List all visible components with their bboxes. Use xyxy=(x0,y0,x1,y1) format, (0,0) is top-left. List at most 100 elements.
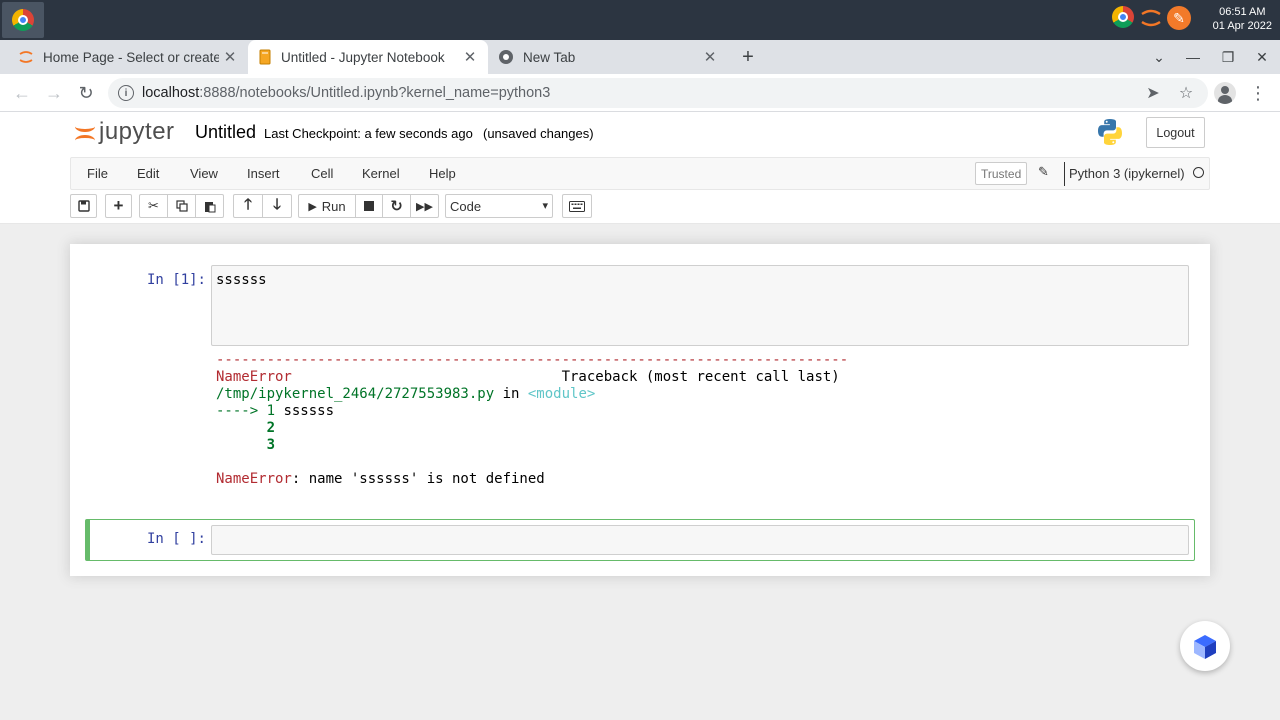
bookmark-star-icon[interactable]: ☆ xyxy=(1174,81,1198,105)
jupyter-logo-text: jupyter xyxy=(99,118,175,145)
menu-kernel[interactable]: Kernel xyxy=(362,166,400,181)
run-label: Run xyxy=(321,198,346,214)
run-button[interactable]: ▶ Run xyxy=(298,194,356,218)
close-window-icon[interactable]: ✕ xyxy=(1250,46,1274,68)
jupyter-header: jupyter Untitled Last Checkpoint: a few … xyxy=(0,112,1280,224)
notebook-icon xyxy=(259,49,271,65)
system-clock: 06:51 AM 01 Apr 2022 xyxy=(1213,5,1272,33)
keyboard-icon xyxy=(569,200,585,212)
restart-icon: ↻ xyxy=(390,198,403,215)
command-palette-button[interactable] xyxy=(562,194,592,218)
tab-untitled-notebook[interactable]: Untitled - Jupyter Notebook ✕ xyxy=(248,40,488,74)
input-prompt: In [1]: xyxy=(146,272,206,288)
error-name: NameError xyxy=(216,369,292,385)
tab-new-tab[interactable]: New Tab ✕ xyxy=(488,40,728,74)
close-tab-icon[interactable]: ✕ xyxy=(460,47,480,67)
jupyter-logo-icon xyxy=(74,118,96,146)
floppy-disk-icon xyxy=(77,200,90,212)
traceback-divider: ----------------------------------------… xyxy=(216,352,849,368)
tab-title: Home Page - Select or create a notebook xyxy=(43,49,219,65)
reload-icon[interactable]: ↻ xyxy=(74,81,98,105)
stop-icon xyxy=(364,201,374,211)
menu-insert[interactable]: Insert xyxy=(247,166,280,181)
minimize-icon[interactable]: — xyxy=(1181,46,1205,68)
browser-menu-icon[interactable]: ⋮ xyxy=(1248,81,1268,105)
restore-icon[interactable]: ❐ xyxy=(1216,46,1240,68)
close-tab-icon[interactable]: ✕ xyxy=(700,47,720,67)
assistant-cube-icon xyxy=(1194,635,1216,659)
url-bar[interactable]: i localhost:8888/notebooks/Untitled.ipyn… xyxy=(108,78,1208,108)
logout-button[interactable]: Logout xyxy=(1146,117,1205,148)
profile-avatar-icon[interactable] xyxy=(1214,82,1236,104)
restart-kernel-button[interactable]: ↻ xyxy=(382,194,411,218)
cell-type-value: Code xyxy=(450,198,482,214)
site-info-icon[interactable]: i xyxy=(118,85,134,101)
menu-file[interactable]: File xyxy=(87,166,108,181)
traceback-arrow: ----> 1 xyxy=(216,403,284,419)
cell-type-select[interactable]: Code ▾ xyxy=(445,194,553,218)
back-arrow-icon[interactable]: ← xyxy=(10,81,34,105)
tab-title: Untitled - Jupyter Notebook xyxy=(281,49,445,65)
paste-clipboard-icon xyxy=(204,201,215,212)
scissors-icon: ✂ xyxy=(148,198,159,213)
floating-assistant-button[interactable] xyxy=(1180,621,1230,671)
arrow-up-icon: 🡑 xyxy=(244,195,252,213)
move-cell-down-button[interactable]: 🡓 xyxy=(262,194,292,218)
code-cell-input[interactable] xyxy=(211,525,1189,555)
traceback-file: /tmp/ipykernel_2464/2727553983.py xyxy=(216,386,495,402)
menu-view[interactable]: View xyxy=(190,166,218,181)
kernel-idle-indicator-icon xyxy=(1193,167,1204,178)
menu-help[interactable]: Help xyxy=(429,166,456,181)
chrome-launcher-button[interactable] xyxy=(2,2,44,38)
save-button[interactable] xyxy=(70,194,97,218)
browser-address-bar: ← → ↻ i localhost:8888/notebooks/Untitle… xyxy=(0,74,1280,112)
notebook-menubar: File Edit View Insert Cell Kernel Help T… xyxy=(70,157,1210,190)
tab-home-page[interactable]: Home Page - Select or create a notebook … xyxy=(8,40,248,74)
notebook-title[interactable]: Untitled xyxy=(195,122,256,143)
cut-cells-button[interactable]: ✂ xyxy=(139,194,168,218)
traceback-module: <module> xyxy=(527,386,596,402)
jupyter-icon xyxy=(19,51,33,63)
interrupt-kernel-button[interactable] xyxy=(355,194,383,218)
close-tab-icon[interactable]: ✕ xyxy=(220,47,240,67)
tray-pen-icon[interactable]: ✎ xyxy=(1167,6,1191,30)
clock-date: 01 Apr 2022 xyxy=(1212,20,1272,32)
insert-cell-below-button[interactable]: + xyxy=(105,194,132,218)
edit-pencil-icon[interactable]: ✎ xyxy=(1038,164,1049,180)
send-icon[interactable]: ➤ xyxy=(1141,81,1165,105)
error-message: : name 'ssssss' is not defined xyxy=(291,471,545,487)
copy-cells-button[interactable] xyxy=(167,194,196,218)
tab-search-chevron-down-icon[interactable]: ⌄ xyxy=(1147,46,1171,68)
checkpoint-status: Last Checkpoint: a few seconds ago xyxy=(264,126,473,141)
copy-icon xyxy=(175,200,188,212)
traceback-header: Traceback (most recent call last) xyxy=(561,369,840,385)
browser-tab-bar: Home Page - Select or create a notebook … xyxy=(0,40,1280,74)
os-taskbar: ✎ 06:51 AM 01 Apr 2022 xyxy=(0,0,1280,40)
code-cell-input[interactable]: ssssss xyxy=(211,265,1189,346)
tray-chrome-icon[interactable] xyxy=(1112,6,1134,28)
tray-jupyter-icon[interactable] xyxy=(1139,6,1163,30)
paste-cells-button[interactable] xyxy=(195,194,224,218)
arrow-down-icon: 🡓 xyxy=(273,195,281,213)
error-name-final: NameError xyxy=(216,471,292,487)
plus-icon: + xyxy=(113,196,124,215)
tab-title: New Tab xyxy=(523,49,576,65)
autosave-status: (unsaved changes) xyxy=(483,126,594,141)
url-text[interactable]: localhost:8888/notebooks/Untitled.ipynb?… xyxy=(142,85,550,101)
forward-arrow-icon[interactable]: → xyxy=(42,81,66,105)
trusted-indicator[interactable]: Trusted xyxy=(975,162,1028,185)
jupyter-logo[interactable]: jupyter xyxy=(74,118,175,146)
kernel-name[interactable]: Python 3 (ipykernel) xyxy=(1069,166,1185,181)
jupyter-page: jupyter Untitled Last Checkpoint: a few … xyxy=(0,112,1280,720)
traceback-line-2: 2 xyxy=(216,420,276,436)
restart-run-all-button[interactable]: ▶▶ xyxy=(410,194,439,218)
menu-edit[interactable]: Edit xyxy=(137,166,159,181)
traceback-code: ssssss xyxy=(283,403,335,419)
traceback-line-3: 3 xyxy=(216,437,276,453)
input-prompt: In [ ]: xyxy=(146,531,206,547)
move-cell-up-button[interactable]: 🡑 xyxy=(233,194,263,218)
menu-cell[interactable]: Cell xyxy=(311,166,333,181)
cell-error-output: ----------------------------------------… xyxy=(216,352,849,487)
chrome-icon xyxy=(499,50,513,64)
new-tab-button[interactable]: + xyxy=(736,45,760,69)
